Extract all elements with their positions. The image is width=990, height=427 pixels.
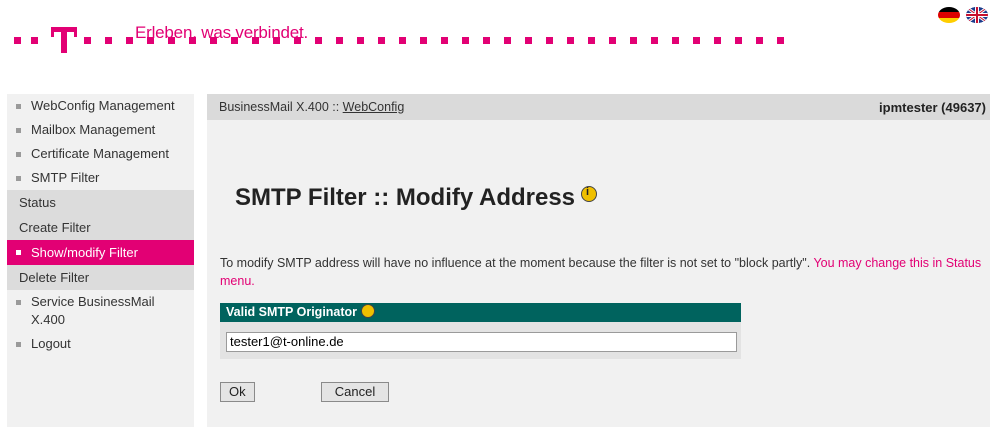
brand-dot <box>315 37 322 44</box>
brand-dot <box>546 37 553 44</box>
breadcrumb-prefix: BusinessMail X.400 :: <box>219 100 343 114</box>
brand-dot <box>693 37 700 44</box>
bullet-icon <box>16 128 21 133</box>
brand-dot <box>525 37 532 44</box>
brand-dot <box>14 37 21 44</box>
main-content: BusinessMail X.400 :: WebConfig ipmteste… <box>207 94 990 427</box>
brand-dot <box>588 37 595 44</box>
brand-dot <box>105 37 112 44</box>
sidebar-subitem-create-filter[interactable]: Create Filter <box>7 215 194 240</box>
smtp-originator-panel: Valid SMTP Originator <box>220 303 741 359</box>
brand-dot <box>651 37 658 44</box>
help-icon[interactable] <box>361 304 376 318</box>
brand-dot <box>609 37 616 44</box>
brand-dot <box>420 37 427 44</box>
sidebar-item-label: Service BusinessMail X.400 <box>31 294 155 327</box>
flag-germany-icon[interactable] <box>938 7 960 23</box>
brand-dot <box>756 37 763 44</box>
brand-dot <box>567 37 574 44</box>
brand-dot <box>378 37 385 44</box>
sidebar-item-label: Create Filter <box>19 220 91 235</box>
message-text: To modify SMTP address will have no infl… <box>220 256 814 270</box>
header: Erleben, was verbindet. <box>14 14 794 54</box>
sidebar-subitem-delete-filter[interactable]: Delete Filter <box>7 265 194 290</box>
bullet-icon <box>16 342 21 347</box>
bullet-icon <box>16 152 21 157</box>
brand-dot <box>31 37 38 44</box>
ok-button[interactable]: Ok <box>220 382 255 402</box>
top-bar: BusinessMail X.400 :: WebConfig ipmteste… <box>207 94 990 120</box>
brand-dot <box>630 37 637 44</box>
page-title: SMTP Filter :: Modify Address <box>235 184 598 212</box>
sidebar-item-label: Status <box>19 195 56 210</box>
info-icon[interactable] <box>581 186 598 202</box>
sidebar-item-label: WebConfig Management <box>31 98 175 113</box>
sidebar-item-webconfig-management[interactable]: WebConfig Management <box>7 94 194 118</box>
field-label: Valid SMTP Originator <box>226 305 358 319</box>
brand-dot <box>357 37 364 44</box>
sidebar-item-mailbox-management[interactable]: Mailbox Management <box>7 118 194 142</box>
user-label: ipmtester (49637) <box>879 100 986 115</box>
telekom-logo[interactable] <box>51 27 77 53</box>
bullet-icon <box>16 104 21 109</box>
brand-dot <box>483 37 490 44</box>
smtp-originator-input[interactable] <box>226 332 737 352</box>
sidebar-nav: WebConfig Management Mailbox Management … <box>7 94 194 427</box>
brand-dot <box>735 37 742 44</box>
sidebar-subitem-show-modify-filter[interactable]: Show/modify Filter <box>7 240 194 265</box>
sidebar-subitem-status[interactable]: Status <box>7 190 194 215</box>
breadcrumb: BusinessMail X.400 :: WebConfig <box>219 100 404 114</box>
language-flags <box>930 7 990 27</box>
bullet-icon <box>16 250 21 255</box>
sidebar-item-label: Mailbox Management <box>31 122 156 137</box>
breadcrumb-link-webconfig[interactable]: WebConfig <box>343 100 405 114</box>
brand-dot <box>336 37 343 44</box>
brand-dot <box>84 37 91 44</box>
info-message: To modify SMTP address will have no infl… <box>220 254 985 290</box>
brand-dot <box>462 37 469 44</box>
brand-dot <box>126 37 133 44</box>
sidebar-item-label: Delete Filter <box>19 270 90 285</box>
bullet-icon <box>16 300 21 305</box>
sidebar-item-certificate-management[interactable]: Certificate Management <box>7 142 194 166</box>
sidebar-item-logout[interactable]: Logout <box>7 332 194 356</box>
sidebar-item-service-businessmail[interactable]: Service BusinessMail X.400 <box>7 290 194 332</box>
flag-uk-icon[interactable] <box>966 7 988 23</box>
cancel-button[interactable]: Cancel <box>321 382 389 402</box>
brand-tagline: Erleben, was verbindet. <box>135 23 309 42</box>
bullet-icon <box>16 176 21 181</box>
brand-dot <box>399 37 406 44</box>
sidebar-item-label: SMTP Filter <box>31 170 100 185</box>
brand-dot <box>777 37 784 44</box>
sidebar-item-label: Certificate Management <box>31 146 170 161</box>
field-header: Valid SMTP Originator <box>220 303 741 322</box>
sidebar-item-label: Show/modify Filter <box>31 245 138 260</box>
sidebar-item-label: Logout <box>31 336 71 351</box>
brand-dots <box>14 37 794 45</box>
brand-dot <box>714 37 721 44</box>
brand-dot <box>504 37 511 44</box>
sidebar-item-smtp-filter[interactable]: SMTP Filter <box>7 166 194 190</box>
brand-dot <box>441 37 448 44</box>
brand-dot <box>672 37 679 44</box>
page-title-text: SMTP Filter :: Modify Address <box>235 184 576 211</box>
